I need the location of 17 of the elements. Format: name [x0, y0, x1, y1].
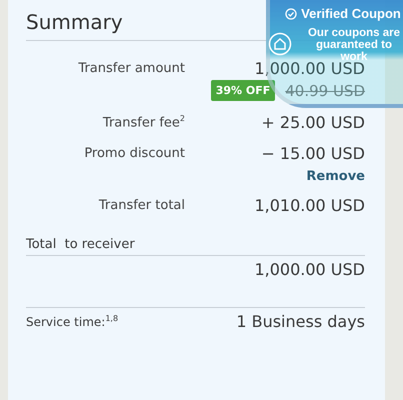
summary-label: Transfer amount	[77, 61, 185, 76]
discount-badge: 39% OFF	[210, 80, 276, 101]
original-price: 40.99 USD	[285, 82, 365, 100]
summary-amount: − 15.00 USD	[261, 144, 365, 163]
summary-label: Promo discount	[83, 146, 185, 161]
home-icon[interactable]	[268, 32, 292, 56]
summary-amount: 1,010.00 USD	[254, 196, 365, 215]
summary-label: Transfer total	[98, 198, 185, 213]
check-circle-icon	[285, 8, 298, 20]
service-time-label: Service time:$^{1,8}$	[26, 314, 118, 329]
service-time-value: 1 Business days	[236, 312, 365, 331]
summary-amount: + 25.00 USD	[261, 113, 365, 132]
remove-link[interactable]: Remove	[306, 169, 365, 184]
receiver-label: Total to receiver	[26, 237, 365, 256]
summary-label: Transfer fee$^{2}$	[102, 114, 185, 131]
receiver-amount: 1,000.00 USD	[26, 260, 365, 308]
coupon-title: Verified Coupon	[301, 6, 401, 21]
